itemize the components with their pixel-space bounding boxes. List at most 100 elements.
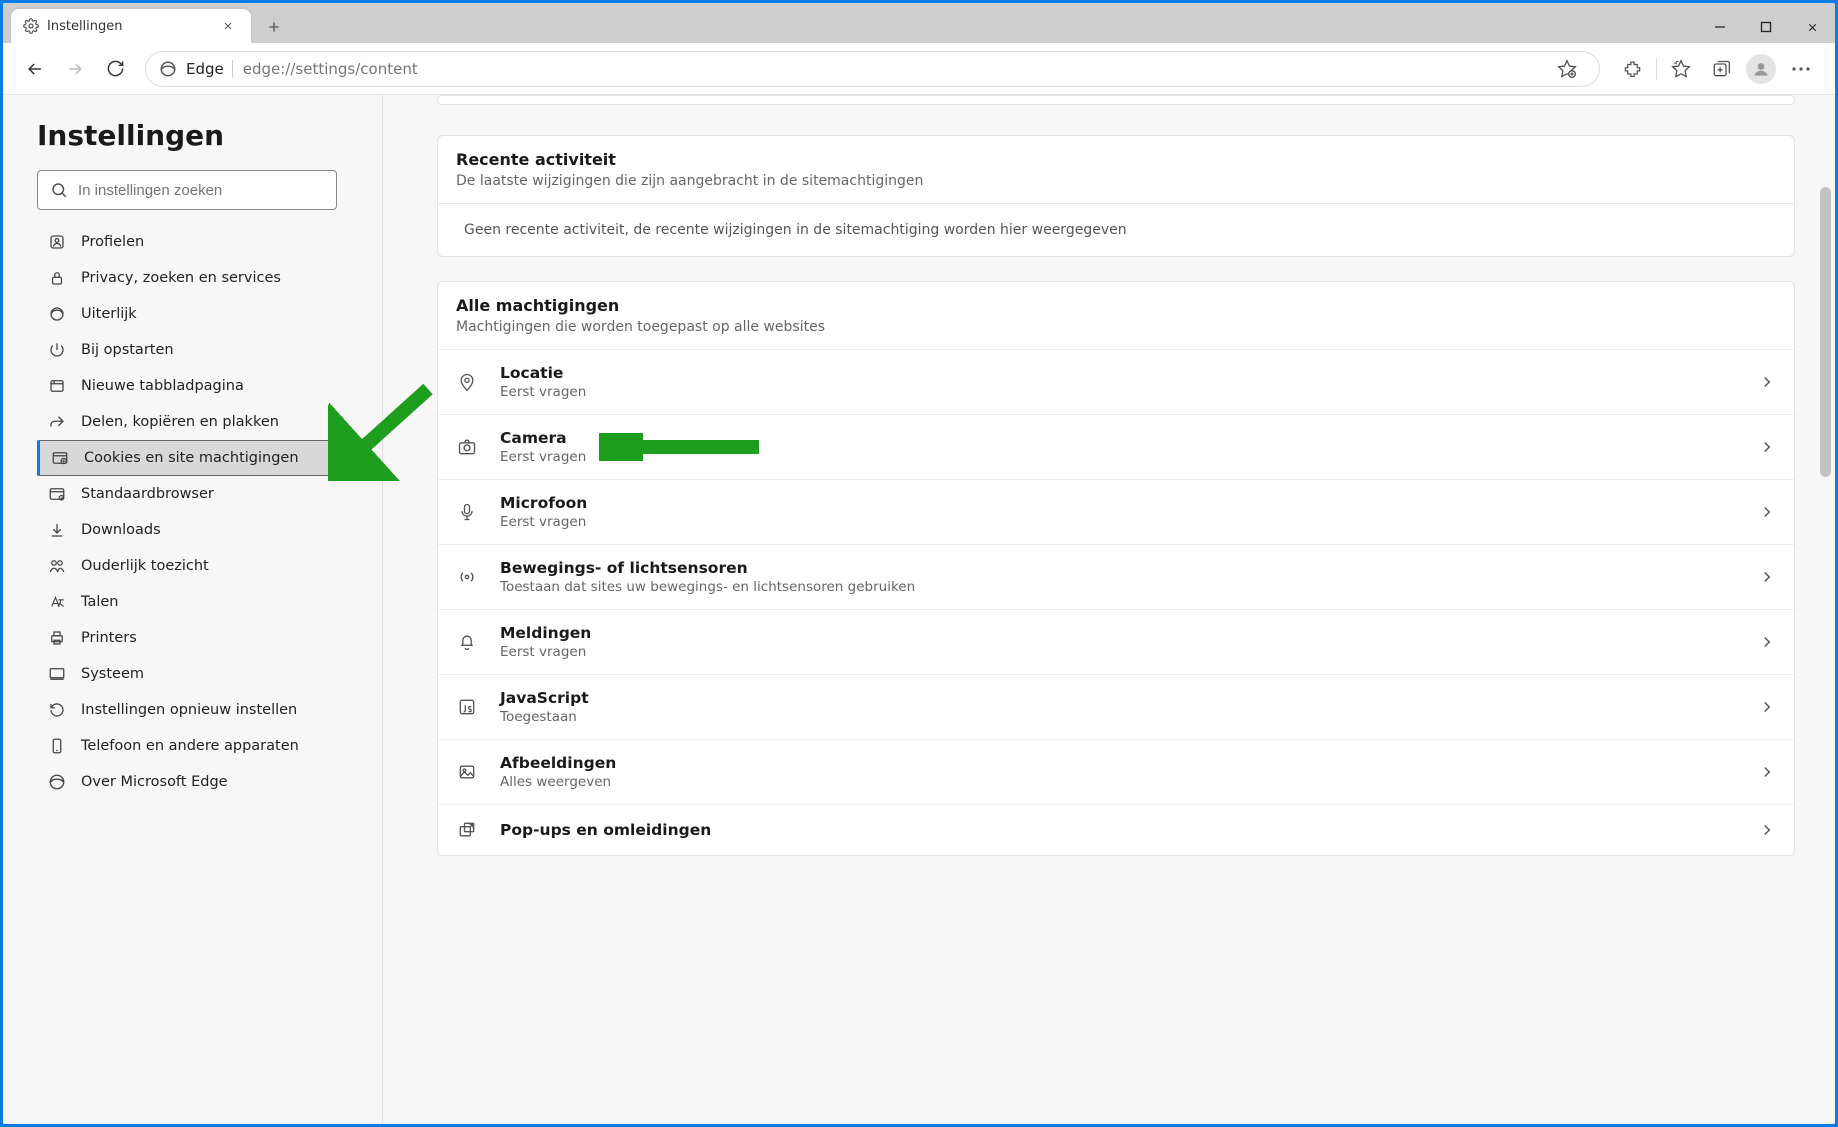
permission-camera[interactable]: CameraEerst vragen bbox=[438, 414, 1794, 479]
collections-icon[interactable] bbox=[1701, 51, 1741, 87]
favorites-icon[interactable] bbox=[1661, 51, 1701, 87]
permission-title: Bewegings- of lichtsensoren bbox=[500, 559, 1758, 577]
titlebar: Instellingen bbox=[3, 3, 1835, 43]
settings-sidebar: Instellingen Profielen Privacy, zoeken en… bbox=[3, 95, 383, 1124]
sidebar-item-appearance[interactable]: Uiterlijk bbox=[37, 296, 337, 332]
profile-button[interactable] bbox=[1741, 51, 1781, 87]
sidebar-item-label: Profielen bbox=[81, 234, 144, 250]
bell-icon bbox=[456, 631, 478, 653]
chevron-right-icon bbox=[1758, 438, 1776, 456]
close-window-button[interactable] bbox=[1789, 11, 1835, 43]
sidebar-item-share[interactable]: Delen, kopiëren en plakken bbox=[37, 404, 337, 440]
settings-heading: Instellingen bbox=[37, 119, 366, 152]
new-tab-button[interactable] bbox=[257, 11, 291, 43]
maximize-button[interactable] bbox=[1743, 11, 1789, 43]
permission-title: Microfoon bbox=[500, 494, 1758, 512]
permission-sensor[interactable]: Bewegings- of lichtsensoren Toestaan dat … bbox=[438, 544, 1794, 609]
sidebar-item-label: Cookies en site machtigingen bbox=[84, 450, 299, 466]
sidebar-item-power[interactable]: Bij opstarten bbox=[37, 332, 337, 368]
sidebar-item-phone[interactable]: Telefoon en andere apparaten bbox=[37, 728, 337, 764]
permission-image[interactable]: AfbeeldingenAlles weergeven bbox=[438, 739, 1794, 804]
chevron-right-icon bbox=[1758, 373, 1776, 391]
permission-sub: Eerst vragen bbox=[500, 514, 1758, 530]
recent-activity-card: Recente activiteit De laatste wijziginge… bbox=[437, 135, 1795, 257]
sidebar-item-lock[interactable]: Privacy, zoeken en services bbox=[37, 260, 337, 296]
tab-close-button[interactable] bbox=[215, 13, 241, 39]
sidebar-item-cookies[interactable]: Cookies en site machtigingen bbox=[37, 440, 337, 476]
share-icon bbox=[47, 412, 67, 432]
recent-title: Recente activiteit bbox=[456, 150, 1776, 169]
sidebar-item-browser[interactable]: Standaardbrowser bbox=[37, 476, 337, 512]
permission-location[interactable]: LocatieEerst vragen bbox=[438, 349, 1794, 414]
settings-search-input[interactable] bbox=[78, 182, 324, 199]
sidebar-item-tabpage[interactable]: Nieuwe tabbladpagina bbox=[37, 368, 337, 404]
sidebar-item-label: Bij opstarten bbox=[81, 342, 174, 358]
sidebar-item-user[interactable]: Profielen bbox=[37, 224, 337, 260]
permission-sub: Toestaan dat sites uw bewegings- en lich… bbox=[500, 579, 1758, 595]
gear-icon bbox=[23, 18, 39, 34]
sidebar-item-label: Instellingen opnieuw instellen bbox=[81, 702, 297, 718]
system-icon bbox=[47, 664, 67, 684]
edge-logo-icon bbox=[158, 59, 178, 79]
sidebar-item-system[interactable]: Systeem bbox=[37, 656, 337, 692]
refresh-button[interactable] bbox=[97, 51, 133, 87]
sidebar-item-label: Nieuwe tabbladpagina bbox=[81, 378, 244, 394]
edge-icon bbox=[47, 772, 67, 792]
phone-icon bbox=[47, 736, 67, 756]
scrollbar-thumb[interactable] bbox=[1820, 187, 1831, 477]
permission-sub: Eerst vragen bbox=[500, 449, 1758, 465]
permission-title: Meldingen bbox=[500, 624, 1758, 642]
browser-tab[interactable]: Instellingen bbox=[11, 9, 251, 43]
sidebar-item-family[interactable]: Ouderlijk toezicht bbox=[37, 548, 337, 584]
address-bar[interactable]: Edge edge://settings/content bbox=[145, 51, 1600, 87]
download-icon bbox=[47, 520, 67, 540]
image-icon bbox=[456, 761, 478, 783]
permission-sub: Eerst vragen bbox=[500, 644, 1758, 660]
permission-popup[interactable]: Pop-ups en omleidingen bbox=[438, 804, 1794, 855]
family-icon bbox=[47, 556, 67, 576]
permission-js[interactable]: JavaScript Toegestaan bbox=[438, 674, 1794, 739]
browser-icon bbox=[47, 484, 67, 504]
camera-icon bbox=[456, 436, 478, 458]
settings-search[interactable] bbox=[37, 170, 337, 210]
chevron-right-icon bbox=[1758, 503, 1776, 521]
extensions-icon[interactable] bbox=[1612, 51, 1652, 87]
permission-title: JavaScript bbox=[500, 689, 1758, 707]
toolbar: Edge edge://settings/content bbox=[3, 43, 1835, 95]
allperms-sub: Machtigingen die worden toegepast op all… bbox=[456, 319, 1776, 335]
card-cutoff bbox=[437, 95, 1795, 105]
minimize-button[interactable] bbox=[1697, 11, 1743, 43]
sidebar-item-label: Printers bbox=[81, 630, 137, 646]
settings-main: Recente activiteit De laatste wijziginge… bbox=[383, 95, 1835, 1124]
reset-icon bbox=[47, 700, 67, 720]
permission-bell[interactable]: Meldingen Eerst vragen bbox=[438, 609, 1794, 674]
chevron-right-icon bbox=[1758, 821, 1776, 839]
sidebar-item-language[interactable]: Talen bbox=[37, 584, 337, 620]
tab-title: Instellingen bbox=[47, 19, 207, 34]
sidebar-item-printer[interactable]: Printers bbox=[37, 620, 337, 656]
permission-title: Afbeeldingen bbox=[500, 754, 1758, 772]
menu-button[interactable] bbox=[1781, 51, 1821, 87]
sidebar-item-label: Privacy, zoeken en services bbox=[81, 270, 281, 286]
tabpage-icon bbox=[47, 376, 67, 396]
chevron-right-icon bbox=[1758, 763, 1776, 781]
all-permissions-card: Alle machtigingen Machtigingen die worde… bbox=[437, 281, 1795, 856]
printer-icon bbox=[47, 628, 67, 648]
permission-sub: Toegestaan bbox=[500, 709, 1758, 725]
sidebar-item-label: Telefoon en andere apparaten bbox=[81, 738, 299, 754]
back-button[interactable] bbox=[17, 51, 53, 87]
sidebar-item-label: Over Microsoft Edge bbox=[81, 774, 228, 790]
sidebar-item-edge[interactable]: Over Microsoft Edge bbox=[37, 764, 337, 800]
user-icon bbox=[47, 232, 67, 252]
add-favorite-icon[interactable] bbox=[1547, 51, 1587, 87]
sidebar-item-reset[interactable]: Instellingen opnieuw instellen bbox=[37, 692, 337, 728]
recent-sub: De laatste wijzigingen die zijn aangebra… bbox=[456, 173, 1776, 189]
sidebar-item-label: Ouderlijk toezicht bbox=[81, 558, 209, 574]
popup-icon bbox=[456, 819, 478, 841]
power-icon bbox=[47, 340, 67, 360]
sensor-icon bbox=[456, 566, 478, 588]
window-controls bbox=[1697, 11, 1835, 43]
permission-mic[interactable]: Microfoon Eerst vragen bbox=[438, 479, 1794, 544]
sidebar-item-download[interactable]: Downloads bbox=[37, 512, 337, 548]
forward-button[interactable] bbox=[57, 51, 93, 87]
